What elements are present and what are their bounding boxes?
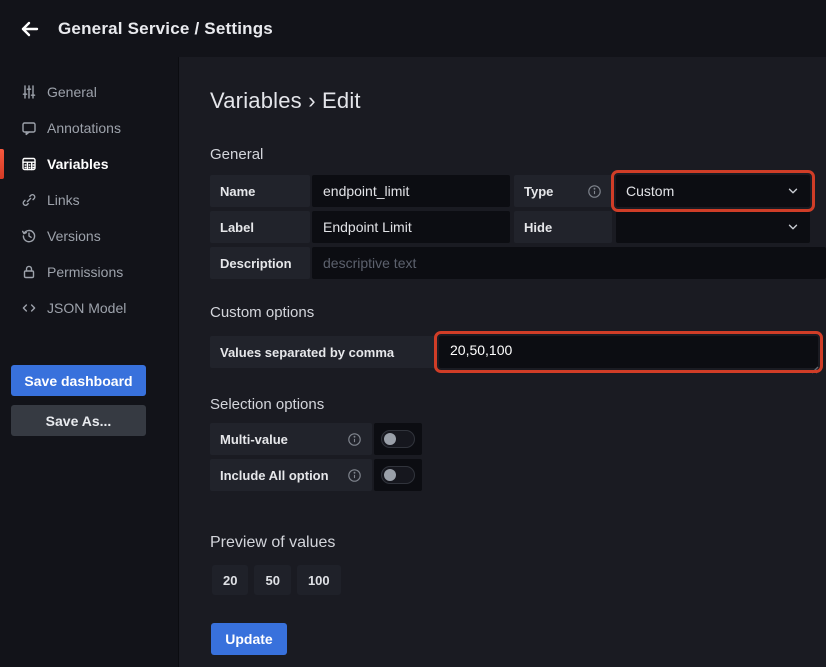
back-button[interactable] xyxy=(14,13,46,45)
include-all-label: Include All option xyxy=(210,459,372,491)
name-field-label: Name xyxy=(210,175,310,207)
back-arrow-icon xyxy=(18,17,42,41)
preview-value-chip: 50 xyxy=(254,565,290,595)
sidebar-item-label: Annotations xyxy=(47,120,121,136)
label-field-label: Label xyxy=(210,211,310,243)
topbar: General Service / Settings xyxy=(0,0,826,57)
code-icon xyxy=(21,300,37,316)
sidebar-item-links[interactable]: Links xyxy=(0,182,179,218)
resize-grip-icon[interactable] xyxy=(809,361,819,371)
sidebar-item-annotations[interactable]: Annotations xyxy=(0,110,179,146)
chevron-down-icon xyxy=(786,184,800,198)
sidebar-item-label: Permissions xyxy=(47,264,123,280)
description-input[interactable] xyxy=(312,247,826,279)
preview-values: 20 50 100 xyxy=(212,565,341,595)
info-icon[interactable] xyxy=(347,468,362,483)
include-all-toggle[interactable] xyxy=(374,459,422,491)
values-input[interactable]: 20,50,100 xyxy=(439,336,818,368)
sidebar-item-json-model[interactable]: JSON Model xyxy=(0,290,179,326)
update-button[interactable]: Update xyxy=(211,623,287,655)
type-select[interactable]: Custom xyxy=(616,175,810,207)
info-icon[interactable] xyxy=(347,432,362,447)
preview-heading: Preview of values xyxy=(210,534,335,552)
save-as-button[interactable]: Save As... xyxy=(11,405,146,436)
name-input[interactable] xyxy=(312,175,510,207)
preview-value-chip: 20 xyxy=(212,565,248,595)
sidebar-item-versions[interactable]: Versions xyxy=(0,218,179,254)
toggle-track xyxy=(381,430,415,448)
toggle-knob xyxy=(384,433,396,445)
variables-edit-title: Variables › Edit xyxy=(210,88,361,114)
hide-select[interactable] xyxy=(616,211,810,243)
toggle-knob xyxy=(384,469,396,481)
comment-icon xyxy=(21,120,37,136)
sidebar-item-label: Variables xyxy=(47,156,109,172)
history-icon xyxy=(21,228,37,244)
description-field-label: Description xyxy=(210,247,310,279)
sidebar-item-label: General xyxy=(47,84,97,100)
toggle-track xyxy=(381,466,415,484)
general-section-heading: General xyxy=(210,146,263,163)
selection-options-heading: Selection options xyxy=(210,396,324,413)
sidebar-item-general[interactable]: General xyxy=(0,74,179,110)
link-icon xyxy=(21,192,37,208)
sidebar-item-label: Links xyxy=(47,192,80,208)
sidebar-item-label: JSON Model xyxy=(47,300,126,316)
type-select-value: Custom xyxy=(626,183,674,199)
table-icon xyxy=(21,156,37,172)
hide-field-label: Hide xyxy=(514,211,612,243)
chevron-down-icon xyxy=(786,220,800,234)
grafana-dashboard-settings-screen: General Service / Settings General Annot… xyxy=(0,0,826,667)
label-input[interactable] xyxy=(312,211,510,243)
preview-value-chip: 100 xyxy=(297,565,341,595)
sidebar-item-variables[interactable]: Variables xyxy=(0,146,179,182)
sidebar-item-permissions[interactable]: Permissions xyxy=(0,254,179,290)
save-dashboard-button[interactable]: Save dashboard xyxy=(11,365,146,396)
sliders-icon xyxy=(21,84,37,100)
settings-sidebar: General Annotations Variables Links xyxy=(0,57,179,667)
selected-indicator xyxy=(0,149,4,179)
multi-value-label: Multi-value xyxy=(210,423,372,455)
multi-value-toggle[interactable] xyxy=(374,423,422,455)
page-title: General Service / Settings xyxy=(58,19,273,39)
info-icon[interactable] xyxy=(587,184,602,199)
lock-icon xyxy=(21,264,37,280)
values-field-label: Values separated by comma xyxy=(210,336,437,368)
sidebar-item-label: Versions xyxy=(47,228,101,244)
custom-options-heading: Custom options xyxy=(210,304,314,321)
type-field-label: Type xyxy=(514,175,612,207)
